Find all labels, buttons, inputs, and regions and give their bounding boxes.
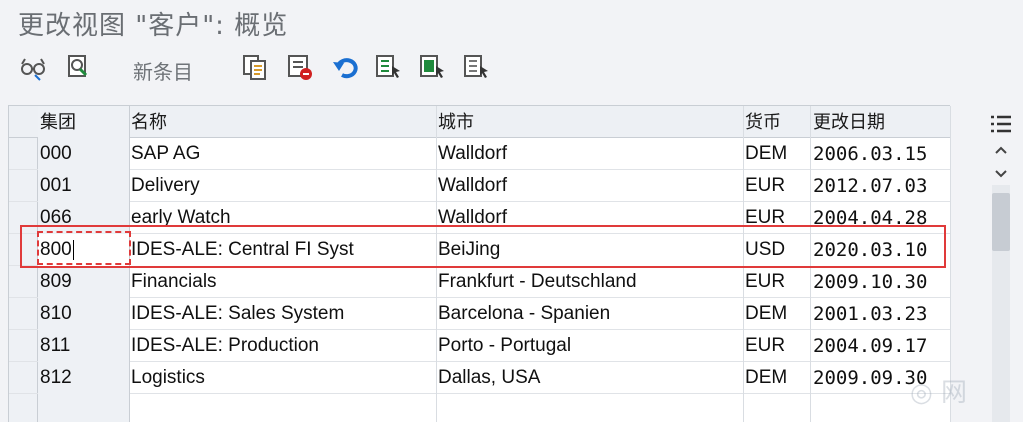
table-row[interactable]: 811 IDES-ALE: Production Porto - Portuga… — [9, 330, 951, 362]
table-header: 集团 名称 城市 货币 更改日期 — [9, 106, 951, 138]
name-cell[interactable]: early Watch — [130, 202, 437, 234]
city-cell[interactable]: Frankfurt - Deutschland — [437, 266, 744, 298]
table-row[interactable]: 812 Logistics Dallas, USA DEM 2009.09.30 — [9, 362, 951, 394]
city-cell[interactable]: Walldorf — [437, 138, 744, 170]
date-cell[interactable]: 2006.03.15 — [811, 138, 951, 170]
date-cell[interactable]: 2012.07.03 — [811, 170, 951, 202]
client-cell[interactable]: 001 — [38, 170, 130, 202]
undo-icon[interactable] — [330, 52, 360, 82]
currency-cell[interactable]: USD — [744, 234, 811, 266]
column-header-city[interactable]: 城市 — [437, 106, 744, 138]
currency-cell[interactable]: EUR — [744, 266, 811, 298]
client-cell[interactable]: 810 — [38, 298, 130, 330]
table-row[interactable]: 810 IDES-ALE: Sales System Barcelona - S… — [9, 298, 951, 330]
client-cell-value: 800 — [40, 239, 72, 260]
client-cell[interactable]: 812 — [38, 362, 130, 394]
city-cell[interactable]: Dallas, USA — [437, 362, 744, 394]
client-cell[interactable]: 066 — [38, 202, 130, 234]
window-title: 更改视图 "客户": 概览 — [18, 11, 289, 41]
client-cell-editing[interactable]: 800 — [38, 234, 130, 266]
date-cell[interactable]: 2009.10.30 — [811, 266, 951, 298]
new-entries-button[interactable]: 新条目 — [133, 56, 193, 85]
client-cell[interactable]: 811 — [38, 330, 130, 362]
name-cell[interactable]: IDES-ALE: Central FI Syst — [130, 234, 437, 266]
empty-cell[interactable] — [38, 394, 130, 422]
name-cell[interactable]: Delivery — [130, 170, 437, 202]
client-table: 集团 名称 城市 货币 更改日期 000 SAP AG Walldorf DEM… — [8, 105, 951, 422]
currency-cell[interactable]: DEM — [744, 298, 811, 330]
column-header-client[interactable]: 集团 — [38, 106, 130, 138]
table-row[interactable]: 000 SAP AG Walldorf DEM 2006.03.15 — [9, 138, 951, 170]
column-header-name[interactable]: 名称 — [130, 106, 437, 138]
scrollbar-thumb[interactable] — [992, 193, 1010, 251]
empty-table-row[interactable] — [9, 394, 951, 422]
client-cell[interactable]: 809 — [38, 266, 130, 298]
city-cell[interactable]: Barcelona - Spanien — [437, 298, 744, 330]
currency-cell[interactable]: DEM — [744, 362, 811, 394]
column-header-currency[interactable]: 货币 — [744, 106, 811, 138]
name-cell[interactable]: Financials — [130, 266, 437, 298]
currency-cell[interactable]: EUR — [744, 330, 811, 362]
select-block-icon[interactable] — [417, 52, 447, 82]
city-cell[interactable]: BeiJing — [437, 234, 744, 266]
empty-cell[interactable] — [130, 394, 437, 422]
scroll-up-icon[interactable] — [988, 137, 1014, 163]
currency-cell[interactable]: EUR — [744, 202, 811, 234]
column-settings-icon[interactable] — [988, 111, 1014, 137]
date-cell[interactable]: 2004.04.28 — [811, 202, 951, 234]
display-change-icon[interactable] — [63, 52, 93, 82]
deselect-all-icon[interactable] — [461, 52, 491, 82]
empty-cell[interactable] — [437, 394, 744, 422]
city-cell[interactable]: Walldorf — [437, 202, 744, 234]
scroll-down-icon[interactable] — [988, 161, 1014, 187]
date-cell[interactable]: 2020.03.10 — [811, 234, 951, 266]
name-cell[interactable]: SAP AG — [130, 138, 437, 170]
toolbar: 新条目 — [0, 48, 1023, 88]
currency-cell[interactable]: DEM — [744, 138, 811, 170]
table-side-controls — [980, 105, 1023, 422]
copy-icon[interactable] — [240, 52, 270, 82]
table-row[interactable]: 001 Delivery Walldorf EUR 2012.07.03 — [9, 170, 951, 202]
table-row-selected[interactable]: 800 IDES-ALE: Central FI Syst BeiJing US… — [9, 234, 951, 266]
table-row[interactable]: 809 Financials Frankfurt - Deutschland E… — [9, 266, 951, 298]
city-cell[interactable]: Walldorf — [437, 170, 744, 202]
empty-cell[interactable] — [744, 394, 811, 422]
table-row[interactable]: 066 early Watch Walldorf EUR 2004.04.28 — [9, 202, 951, 234]
delete-icon[interactable] — [285, 52, 315, 82]
name-cell[interactable]: Logistics — [130, 362, 437, 394]
watermark-logo: ◎ 网 — [910, 378, 967, 408]
select-all-icon[interactable] — [373, 52, 403, 82]
glasses-search-icon[interactable] — [18, 52, 48, 82]
name-cell[interactable]: IDES-ALE: Production — [130, 330, 437, 362]
client-cell[interactable]: 000 — [38, 138, 130, 170]
date-cell[interactable]: 2004.09.17 — [811, 330, 951, 362]
date-cell[interactable]: 2001.03.23 — [811, 298, 951, 330]
currency-cell[interactable]: EUR — [744, 170, 811, 202]
city-cell[interactable]: Porto - Portugal — [437, 330, 744, 362]
column-header-date[interactable]: 更改日期 — [811, 106, 951, 138]
text-cursor — [72, 239, 74, 260]
name-cell[interactable]: IDES-ALE: Sales System — [130, 298, 437, 330]
